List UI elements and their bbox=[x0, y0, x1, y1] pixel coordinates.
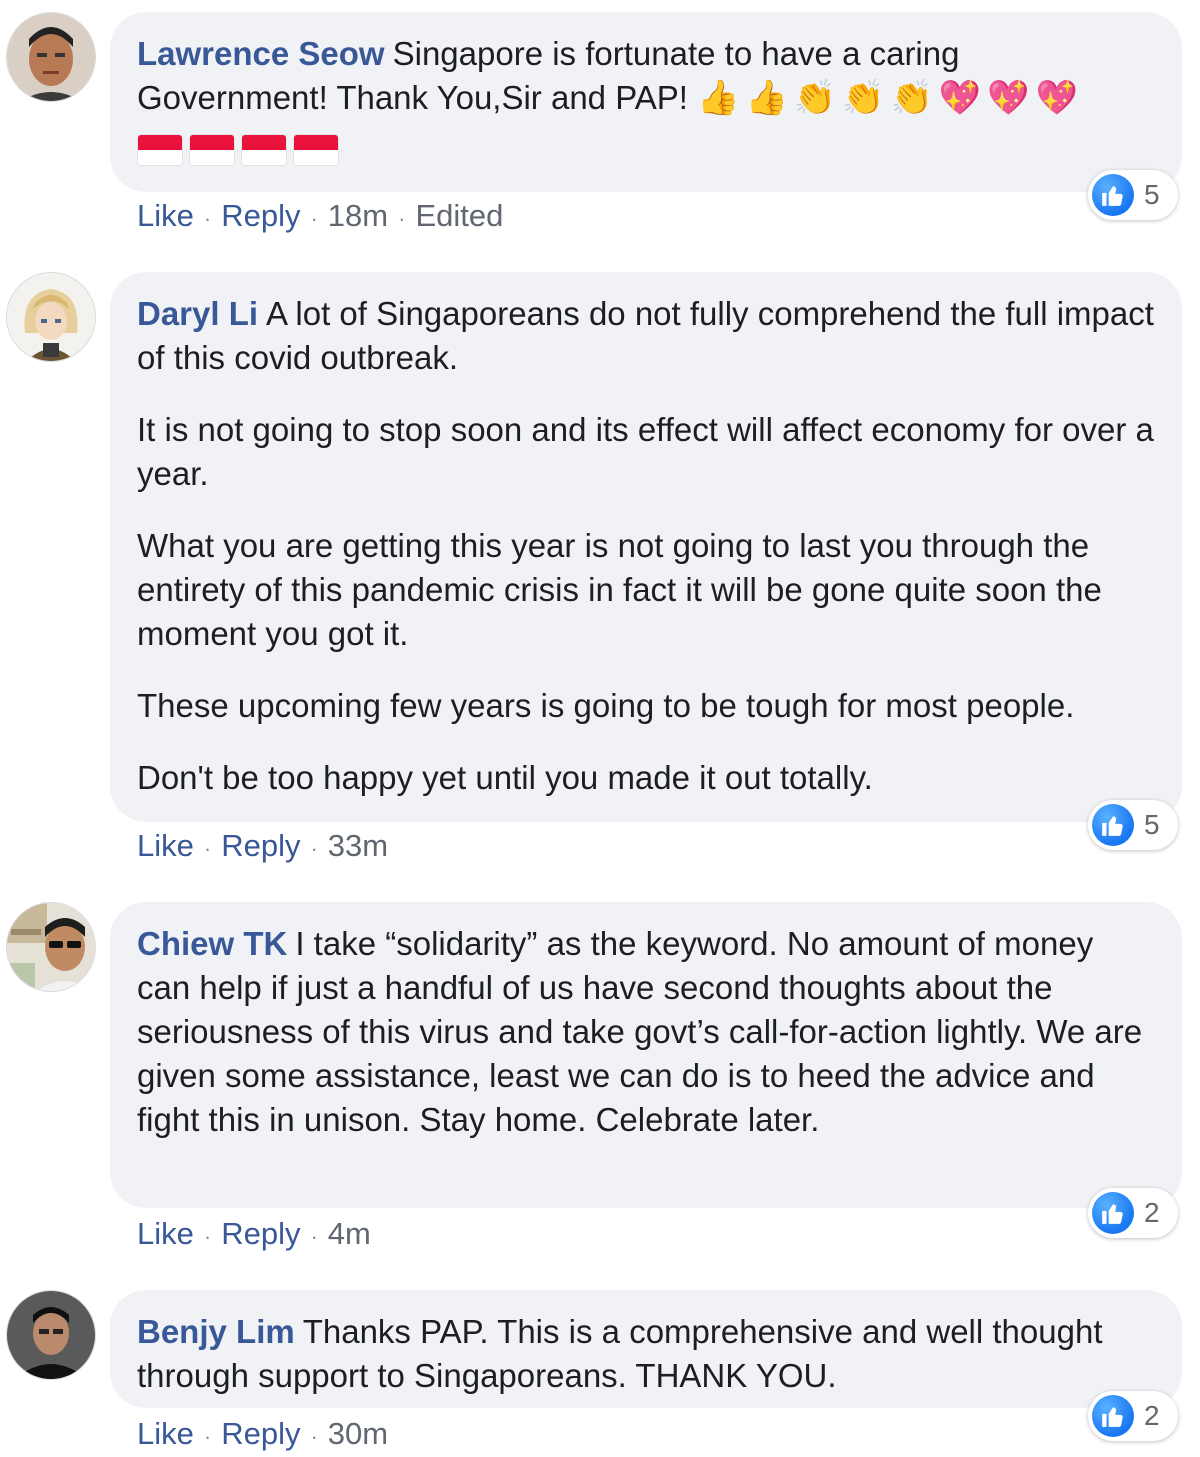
flag-row bbox=[137, 126, 1154, 167]
like-reaction-icon bbox=[1092, 804, 1134, 846]
avatar[interactable] bbox=[6, 902, 96, 992]
avatar-photo bbox=[7, 903, 95, 991]
edited-label[interactable]: Edited bbox=[415, 198, 503, 233]
singapore-flag-emoji bbox=[241, 134, 287, 167]
comment-text: Chiew TK I take “solidarity” as the keywo… bbox=[137, 922, 1154, 1142]
comment-body: I take “solidarity” as the keyword. No a… bbox=[137, 925, 1143, 1138]
like-link[interactable]: Like bbox=[137, 198, 194, 233]
singapore-flag-emoji bbox=[293, 134, 339, 167]
comment-text: Lawrence Seow Singapore is fortunate to h… bbox=[137, 32, 1154, 120]
clapping-hands-emoji: 👏 bbox=[842, 78, 885, 118]
comment-actions: Like · Reply · 4m bbox=[137, 1214, 371, 1257]
reply-link[interactable]: Reply bbox=[221, 198, 300, 233]
separator-dot: · bbox=[203, 1424, 212, 1449]
separator-dot: · bbox=[310, 836, 318, 861]
comment-bubble: Daryl Li A lot of Singaporeans do not ful… bbox=[110, 272, 1182, 822]
separator-dot: · bbox=[203, 1224, 212, 1249]
reaction-summary[interactable]: 5 bbox=[1088, 800, 1178, 850]
comment-paragraph: What you are getting this year is not go… bbox=[137, 527, 1102, 652]
reaction-summary[interactable]: 5 bbox=[1088, 170, 1178, 220]
comment-bubble: Lawrence Seow Singapore is fortunate to h… bbox=[110, 12, 1182, 192]
comment-actions: Like · Reply · 33m bbox=[137, 826, 388, 869]
reaction-count: 5 bbox=[1144, 809, 1160, 840]
comment-body: A lot of Singaporeans do not fully compr… bbox=[137, 295, 1154, 376]
reply-link[interactable]: Reply bbox=[221, 1216, 300, 1251]
thumbs-up-emoji: 👍 bbox=[697, 78, 740, 118]
separator-dot: · bbox=[310, 1224, 318, 1249]
thumbs-up-emoji: 👍 bbox=[745, 78, 788, 118]
comment-timestamp[interactable]: 30m bbox=[328, 1416, 388, 1451]
reaction-count: 2 bbox=[1144, 1400, 1160, 1431]
clapping-hands-emoji: 👏 bbox=[890, 78, 933, 118]
comment-timestamp[interactable]: 4m bbox=[328, 1216, 371, 1251]
avatar[interactable] bbox=[6, 12, 96, 102]
comment-timestamp[interactable]: 18m bbox=[328, 198, 388, 233]
like-reaction-icon bbox=[1092, 1395, 1134, 1437]
comment-bubble: Benjy Lim Thanks PAP. This is a comprehen… bbox=[110, 1290, 1182, 1408]
comment-author[interactable]: Chiew TK bbox=[137, 925, 287, 962]
singapore-flag-emoji bbox=[189, 134, 235, 167]
like-reaction-icon bbox=[1092, 1192, 1134, 1234]
clapping-hands-emoji: 👏 bbox=[793, 78, 837, 118]
comment-timestamp[interactable]: 33m bbox=[328, 828, 388, 863]
avatar-photo bbox=[7, 273, 95, 361]
sparkling-heart-emoji: 💖 bbox=[1035, 78, 1078, 118]
singapore-flag-emoji bbox=[137, 134, 183, 167]
comment-author[interactable]: Daryl Li bbox=[137, 295, 258, 332]
comment-paragraph: It is not going to stop soon and its eff… bbox=[137, 411, 1154, 492]
reaction-summary[interactable]: 2 bbox=[1088, 1188, 1178, 1238]
like-link[interactable]: Like bbox=[137, 828, 194, 863]
like-link[interactable]: Like bbox=[137, 1216, 194, 1251]
reaction-count: 5 bbox=[1144, 179, 1160, 210]
avatar[interactable] bbox=[6, 1290, 96, 1380]
avatar-photo bbox=[7, 1291, 95, 1379]
like-reaction-icon bbox=[1092, 174, 1134, 216]
separator-dot: · bbox=[203, 206, 212, 231]
reply-link[interactable]: Reply bbox=[221, 1416, 300, 1451]
comment-paragraph: These upcoming few years is going to be … bbox=[137, 687, 1075, 724]
sparkling-heart-emoji: 💖 bbox=[938, 78, 982, 118]
reaction-count: 2 bbox=[1144, 1197, 1160, 1228]
reaction-summary[interactable]: 2 bbox=[1088, 1391, 1178, 1441]
avatar-photo bbox=[7, 13, 95, 101]
comment-actions: Like · Reply · 18m · Edited bbox=[137, 196, 503, 239]
like-link[interactable]: Like bbox=[137, 1416, 194, 1451]
reply-link[interactable]: Reply bbox=[221, 828, 300, 863]
separator-dot: · bbox=[310, 206, 318, 231]
avatar[interactable] bbox=[6, 272, 96, 362]
comment-text: Benjy Lim Thanks PAP. This is a comprehen… bbox=[137, 1310, 1154, 1398]
emoji-row: 👍 👍 👏 👏 👏 💖 💖 💖 bbox=[697, 76, 1084, 120]
separator-dot: · bbox=[310, 1424, 318, 1449]
comment-paragraph: Don't be too happy yet until you made it… bbox=[137, 759, 873, 796]
comment-text: Daryl Li A lot of Singaporeans do not ful… bbox=[137, 292, 1154, 380]
sparkling-heart-emoji: 💖 bbox=[987, 78, 1030, 118]
comment-author[interactable]: Lawrence Seow bbox=[137, 35, 385, 72]
comment-author[interactable]: Benjy Lim bbox=[137, 1313, 295, 1350]
comment-actions: Like · Reply · 30m bbox=[137, 1414, 388, 1457]
separator-dot: · bbox=[203, 836, 212, 861]
comment-bubble: Chiew TK I take “solidarity” as the keywo… bbox=[110, 902, 1182, 1208]
separator-dot: · bbox=[398, 206, 406, 231]
